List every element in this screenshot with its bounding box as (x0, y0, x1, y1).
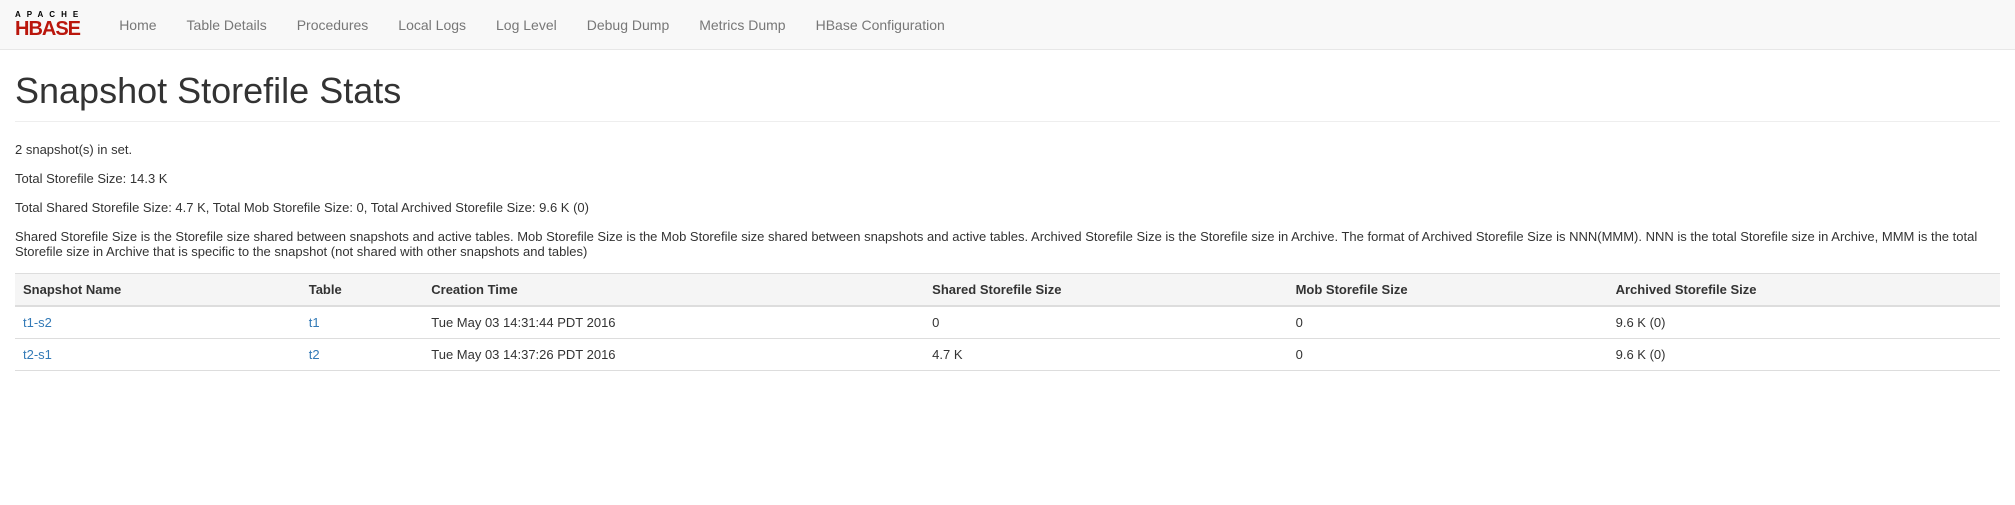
nav-items: Home Table Details Procedures Local Logs… (104, 2, 960, 48)
nav-item-metrics-dump[interactable]: Metrics Dump (684, 2, 800, 48)
snapshot-name-link[interactable]: t2-s1 (23, 347, 52, 362)
table-row: t2-s1 t2 Tue May 03 14:37:26 PDT 2016 4.… (15, 339, 2000, 371)
total-storefile-size-line: Total Storefile Size: 14.3 K (15, 171, 2000, 186)
snapshot-count-line: 2 snapshot(s) in set. (15, 142, 2000, 157)
th-archived-size: Archived Storefile Size (1608, 274, 2000, 307)
page-title: Snapshot Storefile Stats (15, 70, 2000, 112)
table-link[interactable]: t2 (309, 347, 320, 362)
cell-creation-time: Tue May 03 14:37:26 PDT 2016 (423, 339, 924, 371)
table-row: t1-s2 t1 Tue May 03 14:31:44 PDT 2016 0 … (15, 306, 2000, 339)
cell-mob-size: 0 (1288, 306, 1608, 339)
th-table: Table (301, 274, 424, 307)
snapshot-table: Snapshot Name Table Creation Time Shared… (15, 273, 2000, 371)
cell-archived-size: 9.6 K (0) (1608, 306, 2000, 339)
th-shared-size: Shared Storefile Size (924, 274, 1287, 307)
nav-item-debug-dump[interactable]: Debug Dump (572, 2, 685, 48)
nav-item-local-logs[interactable]: Local Logs (383, 2, 481, 48)
page-header: Snapshot Storefile Stats (15, 50, 2000, 122)
cell-archived-size: 9.6 K (0) (1608, 339, 2000, 371)
nav-item-procedures[interactable]: Procedures (282, 2, 384, 48)
hbase-logo[interactable]: APACHE HBASE (15, 11, 84, 39)
table-header-row: Snapshot Name Table Creation Time Shared… (15, 274, 2000, 307)
cell-creation-time: Tue May 03 14:31:44 PDT 2016 (423, 306, 924, 339)
th-mob-size: Mob Storefile Size (1288, 274, 1608, 307)
th-snapshot-name: Snapshot Name (15, 274, 301, 307)
cell-shared-size: 0 (924, 306, 1287, 339)
nav-item-hbase-configuration[interactable]: HBase Configuration (801, 2, 960, 48)
nav-item-log-level[interactable]: Log Level (481, 2, 572, 48)
nav-item-table-details[interactable]: Table Details (172, 2, 282, 48)
cell-shared-size: 4.7 K (924, 339, 1287, 371)
navbar: APACHE HBASE Home Table Details Procedur… (0, 0, 2015, 50)
cell-mob-size: 0 (1288, 339, 1608, 371)
table-link[interactable]: t1 (309, 315, 320, 330)
snapshot-name-link[interactable]: t1-s2 (23, 315, 52, 330)
shared-storefile-summary-line: Total Shared Storefile Size: 4.7 K, Tota… (15, 200, 2000, 215)
nav-item-home[interactable]: Home (104, 2, 171, 48)
th-creation-time: Creation Time (423, 274, 924, 307)
explanation-paragraph: Shared Storefile Size is the Storefile s… (15, 229, 2000, 259)
